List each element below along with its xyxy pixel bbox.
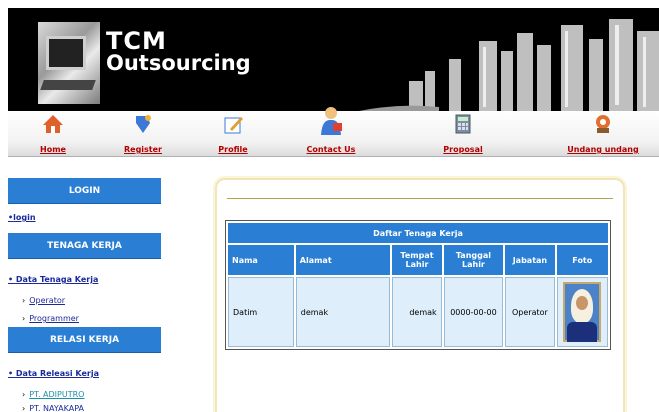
employee-photo bbox=[563, 282, 602, 342]
col-tanggal-lahir: Tanggal Lahir bbox=[443, 245, 504, 275]
nav-profile[interactable]: Profile bbox=[208, 111, 258, 157]
computer-photo bbox=[38, 22, 100, 104]
sidebar-item-adiputro-label[interactable]: PT. ADIPUTRO bbox=[29, 390, 84, 399]
nav-home[interactable]: Home bbox=[23, 111, 83, 157]
nav-register[interactable]: Register bbox=[113, 111, 173, 157]
login-link-label[interactable]: login bbox=[13, 213, 35, 222]
nav-register-label[interactable]: Register bbox=[113, 145, 173, 154]
sidebar-item-programmer[interactable]: › Programmer bbox=[22, 314, 79, 323]
calculator-icon bbox=[455, 114, 471, 134]
table-caption: Daftar Tenaga Kerja bbox=[228, 223, 608, 243]
nav-contact-label[interactable]: Contact Us bbox=[301, 145, 361, 154]
sidebar-item-nayakapa-label[interactable]: PT. NAYAKAPA bbox=[29, 404, 84, 412]
relasi-kerja-header: RELASI KERJA bbox=[8, 327, 161, 353]
profile-edit-icon bbox=[224, 117, 243, 134]
contact-person-icon bbox=[321, 107, 342, 135]
sidebar-item-programmer-label[interactable]: Programmer bbox=[29, 314, 79, 323]
nav-proposal[interactable]: Proposal bbox=[433, 111, 493, 157]
cell-foto bbox=[556, 277, 608, 347]
data-tenaga-kerja-link[interactable]: • Data Tenaga Kerja bbox=[8, 275, 98, 284]
header-banner: TCM Outsourcing bbox=[8, 8, 659, 111]
register-icon bbox=[136, 115, 151, 133]
col-jabatan: Jabatan bbox=[505, 245, 555, 275]
brand-line2: Outsourcing bbox=[106, 51, 251, 75]
cell-tanggal-lahir: 0000-00-00 bbox=[443, 277, 504, 347]
cell-nama: Datim bbox=[228, 277, 294, 347]
sidebar-item-nayakapa[interactable]: › PT. NAYAKAPA bbox=[22, 404, 84, 412]
col-tempat-lahir: Tempat Lahir bbox=[392, 245, 442, 275]
site-logo: TCM Outsourcing bbox=[106, 27, 251, 75]
home-icon bbox=[43, 115, 63, 133]
data-releasi-kerja-label[interactable]: Data Releasi Kerja bbox=[16, 369, 99, 378]
nav-profile-label[interactable]: Profile bbox=[208, 145, 258, 154]
table-row: Datim demak demak 0000-00-00 Operator bbox=[228, 277, 608, 347]
chevron-right-icon: › bbox=[22, 404, 26, 412]
chevron-right-icon: › bbox=[22, 390, 26, 399]
sidebar-item-operator[interactable]: › Operator bbox=[22, 296, 65, 305]
nav-proposal-label[interactable]: Proposal bbox=[433, 145, 493, 154]
login-link[interactable]: •login bbox=[8, 213, 36, 222]
login-header: LOGIN bbox=[8, 178, 161, 204]
nav-contact[interactable]: Contact Us bbox=[301, 107, 361, 157]
cell-jabatan: Operator bbox=[505, 277, 555, 347]
main-nav: Home Register Profile Contact Us Proposa… bbox=[8, 107, 659, 157]
divider bbox=[227, 198, 613, 199]
nav-undang-label[interactable]: Undang undang bbox=[563, 145, 643, 154]
data-tenaga-kerja-label[interactable]: Data Tenaga Kerja bbox=[16, 275, 98, 284]
chevron-right-icon: › bbox=[22, 314, 26, 323]
col-nama: Nama bbox=[228, 245, 294, 275]
brand-line1: TCM bbox=[106, 27, 167, 55]
law-gear-icon bbox=[596, 115, 610, 133]
col-alamat: Alamat bbox=[295, 245, 391, 275]
nav-home-label[interactable]: Home bbox=[23, 145, 83, 154]
nav-undang[interactable]: Undang undang bbox=[563, 111, 643, 157]
tenaga-kerja-header: TENAGA KERJA bbox=[8, 233, 161, 259]
cell-tempat-lahir: demak bbox=[392, 277, 442, 347]
city-skyline-image bbox=[359, 19, 659, 111]
col-foto: Foto bbox=[556, 245, 608, 275]
sidebar-item-adiputro[interactable]: › PT. ADIPUTRO bbox=[22, 390, 84, 399]
tenaga-kerja-table: Daftar Tenaga Kerja Nama Alamat Tempat L… bbox=[225, 220, 611, 350]
data-releasi-kerja-link[interactable]: • Data Releasi Kerja bbox=[8, 369, 99, 378]
chevron-right-icon: › bbox=[22, 296, 26, 305]
cell-alamat: demak bbox=[295, 277, 391, 347]
sidebar-item-operator-label[interactable]: Operator bbox=[29, 296, 65, 305]
